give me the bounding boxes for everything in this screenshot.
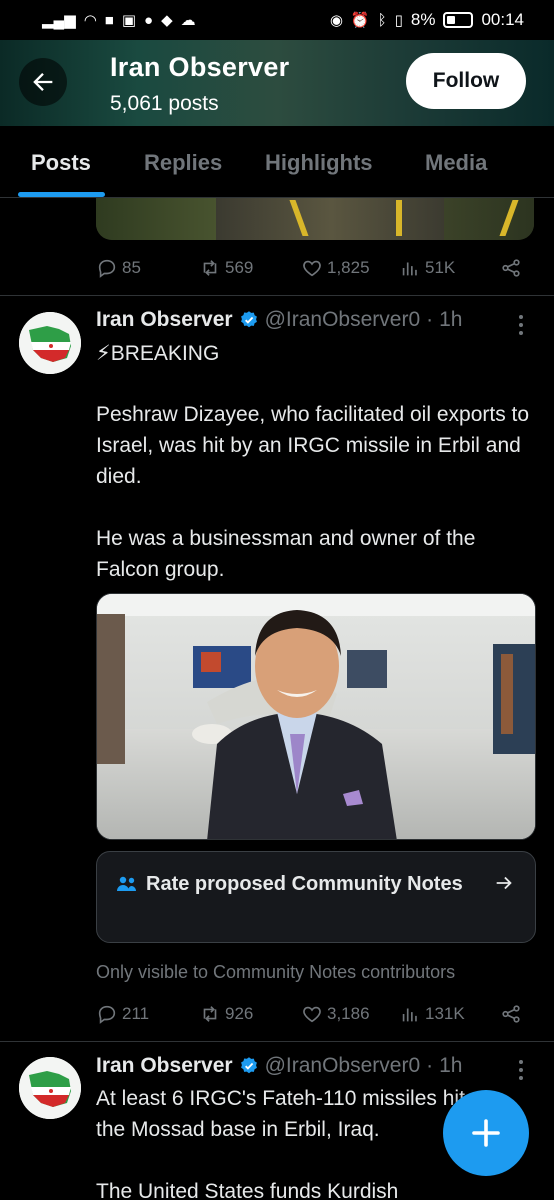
author-handle[interactable]: @IranObserver0 [265,308,421,332]
reply-button[interactable]: 211 [96,1003,149,1025]
office-portrait-image [97,594,535,839]
more-options-icon[interactable] [512,313,530,337]
active-tab-indicator [18,192,105,197]
follow-button[interactable]: Follow [406,53,526,109]
posts-count: 5,061 posts [110,92,219,115]
status-left: ▂▄▆ ◠ ■ ▣ ● ◆ ☁ [42,11,196,30]
share-icon [502,259,520,277]
eye-icon: ◉ [329,12,343,29]
timestamp[interactable]: 1h [439,1054,462,1078]
arrow-right-icon [496,876,512,890]
share-button[interactable] [500,257,522,279]
like-count: 3,186 [327,1004,370,1023]
repost-icon [203,1006,217,1022]
share-icon [502,1005,520,1023]
repost-button[interactable]: 926 [199,1003,253,1025]
views-button[interactable]: 51K [399,257,455,279]
more-options-icon[interactable] [512,1058,530,1082]
author-name[interactable]: Iran Observer [96,308,233,332]
profile-name: Iran Observer [110,52,290,82]
analytics-icon [402,262,417,276]
signal-icon: ▂▄▆ [42,12,76,29]
rate-community-notes-label: Rate proposed Community Notes [146,873,463,895]
community-notes-caption: Only visible to Community Notes contribu… [96,962,456,982]
heart-icon [303,1006,321,1023]
share-button[interactable] [500,1003,522,1025]
repost-count: 569 [225,258,254,277]
analytics-icon [402,1008,417,1022]
battery-icon [443,12,474,28]
like-button[interactable]: 1,825 [301,257,370,279]
battery-percent: 8% [410,10,436,29]
reply-button[interactable]: 85 [96,257,141,279]
status-right: ◉ ⏰ ᛒ ▯ 8% 00:14 [330,10,524,30]
tab-posts[interactable]: Posts [31,150,91,176]
previous-tweet-actions: 85 569 1,825 51K [96,254,528,282]
views-button[interactable]: 131K [399,1003,465,1025]
bluetooth-icon: ᛒ [377,11,387,29]
tab-replies[interactable]: Replies [144,150,222,176]
arrow-left-icon [33,73,53,91]
reply-icon [98,1005,116,1024]
separator-dot: · [426,308,434,331]
avatar[interactable] [19,312,81,374]
tweet-photo[interactable] [96,593,536,840]
like-count: 1,825 [327,258,370,277]
back-button[interactable] [19,58,67,106]
profile-header: Iran Observer 5,061 posts Follow [0,40,554,126]
tweet-divider [0,1041,554,1042]
author-handle[interactable]: @IranObserver0 [265,1054,421,1078]
separator-dot: · [426,1054,434,1077]
tweet-breaking-line: ⚡BREAKING [96,342,220,365]
tweet-author-row: Iran Observer @IranObserver0 · 1h [96,1054,462,1078]
compose-post-button[interactable] [443,1090,529,1176]
view-count: 131K [425,1004,465,1023]
chat-icon: ● [144,11,154,29]
avatar[interactable] [19,1057,81,1119]
tweet-actions: 211 926 3,186 131K [96,1000,528,1028]
author-name[interactable]: Iran Observer [96,1054,233,1078]
repost-count: 926 [225,1004,254,1023]
iran-map-logo [19,312,81,374]
facebook-icon: ■ [104,11,114,29]
repost-icon [203,260,217,276]
tweet-paragraph-1: Peshraw Dizayee, who facilitated oil exp… [96,403,530,488]
timestamp[interactable]: 1h [439,308,462,332]
view-count: 51K [425,258,456,277]
reply-icon [98,259,116,278]
alarm-icon: ⏰ [350,12,370,29]
community-notes-prompt[interactable]: Rate proposed Community Notes [96,851,536,943]
shopping-icon: ◆ [161,12,173,29]
like-button[interactable]: 3,186 [301,1003,370,1025]
clock: 00:14 [481,10,524,29]
repost-button[interactable]: 569 [199,257,253,279]
tweet-paragraph-2: He was a businessman and owner of the Fa… [96,527,476,581]
wifi-icon: ◠ [83,12,97,29]
verified-badge-icon [240,1057,257,1074]
tab-media[interactable]: Media [425,150,487,176]
heart-icon [303,260,321,277]
reply-count: 211 [122,1004,150,1023]
plus-icon [472,1119,500,1147]
reply-count: 85 [122,258,141,277]
verified-badge-icon [240,311,257,328]
profile-tabs: Posts Replies Highlights Media [0,126,554,198]
cloud-icon: ☁ [180,12,196,29]
community-users-icon [117,876,136,891]
photo-icon: ▣ [121,12,137,29]
tab-highlights[interactable]: Highlights [265,150,373,176]
tweet-author-row: Iran Observer @IranObserver0 · 1h [96,308,462,332]
tweet-divider [0,295,554,296]
previous-tweet-image[interactable] [96,198,534,240]
status-bar: ▂▄▆ ◠ ■ ▣ ● ◆ ☁ ◉ ⏰ ᛒ ▯ 8% 00:14 [0,0,554,40]
iran-map-logo [19,1057,81,1119]
vibrate-icon: ▯ [394,12,403,29]
tweet-text-line-3: The United States funds Kurdish [96,1180,399,1200]
